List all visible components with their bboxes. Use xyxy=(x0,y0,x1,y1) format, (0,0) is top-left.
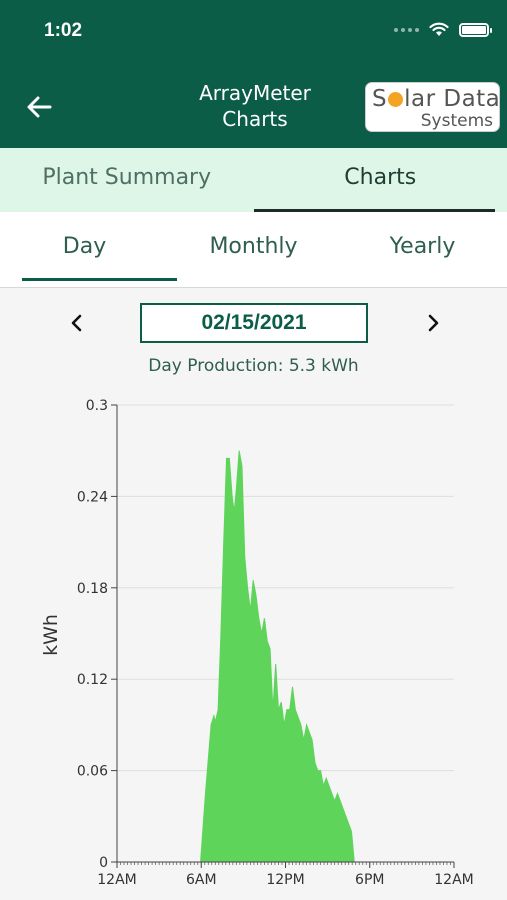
solar-data-systems-logo: Slar Data Systems xyxy=(365,82,500,132)
page-title: ArrayMeter Charts xyxy=(170,80,340,132)
page-title-line1: ArrayMeter xyxy=(199,81,311,105)
status-time: 1:02 xyxy=(44,20,83,41)
tab-yearly[interactable]: Yearly xyxy=(338,212,507,287)
previous-date-button[interactable] xyxy=(64,310,90,336)
x-tick-label: 6PM xyxy=(355,872,384,888)
date-selector[interactable]: 02/15/2021 xyxy=(140,303,368,343)
tab-monthly[interactable]: Monthly xyxy=(169,212,338,287)
y-tick-label: 0.24 xyxy=(77,489,108,505)
x-tick-label: 6AM xyxy=(186,872,217,888)
status-icons xyxy=(394,22,492,37)
x-tick-label: 12PM xyxy=(266,872,304,888)
sun-icon xyxy=(388,92,404,107)
x-tick-label: 12AM xyxy=(434,872,473,888)
period-tabs: Day Monthly Yearly xyxy=(0,212,507,288)
y-tick-label: 0 xyxy=(99,855,108,871)
y-tick-label: 0.12 xyxy=(77,672,108,688)
app-header: 1:02 ArrayMeter Charts Slar Data Systems xyxy=(0,0,507,148)
tab-plant-summary[interactable]: Plant Summary xyxy=(0,148,254,212)
chevron-right-icon xyxy=(428,314,439,332)
chevron-left-icon xyxy=(71,314,82,332)
tab-charts[interactable]: Charts xyxy=(253,148,507,212)
y-axis-title: kWh xyxy=(40,614,62,656)
signal-icon xyxy=(394,27,419,32)
wifi-icon xyxy=(429,22,449,36)
day-production: Day Production: 5.3 kWh xyxy=(148,356,359,376)
page-title-line2: Charts xyxy=(222,107,288,131)
battery-icon xyxy=(459,22,492,37)
back-button[interactable] xyxy=(22,90,56,124)
next-date-button[interactable] xyxy=(420,310,446,336)
back-arrow-icon xyxy=(27,96,52,118)
y-tick-label: 0.3 xyxy=(86,398,108,414)
production-chart: 0 0.06 0.12 0.18 0.24 0.3 12AM 6AM 12PM 6PM 12AM k… xyxy=(40,398,474,888)
y-tick-label: 0.06 xyxy=(77,764,108,780)
y-tick-label: 0.18 xyxy=(77,581,108,597)
production-area xyxy=(200,450,363,863)
tab-day[interactable]: Day xyxy=(0,212,177,287)
x-tick-label: 12AM xyxy=(97,872,136,888)
main-tabs: Plant Summary Charts xyxy=(0,148,507,212)
